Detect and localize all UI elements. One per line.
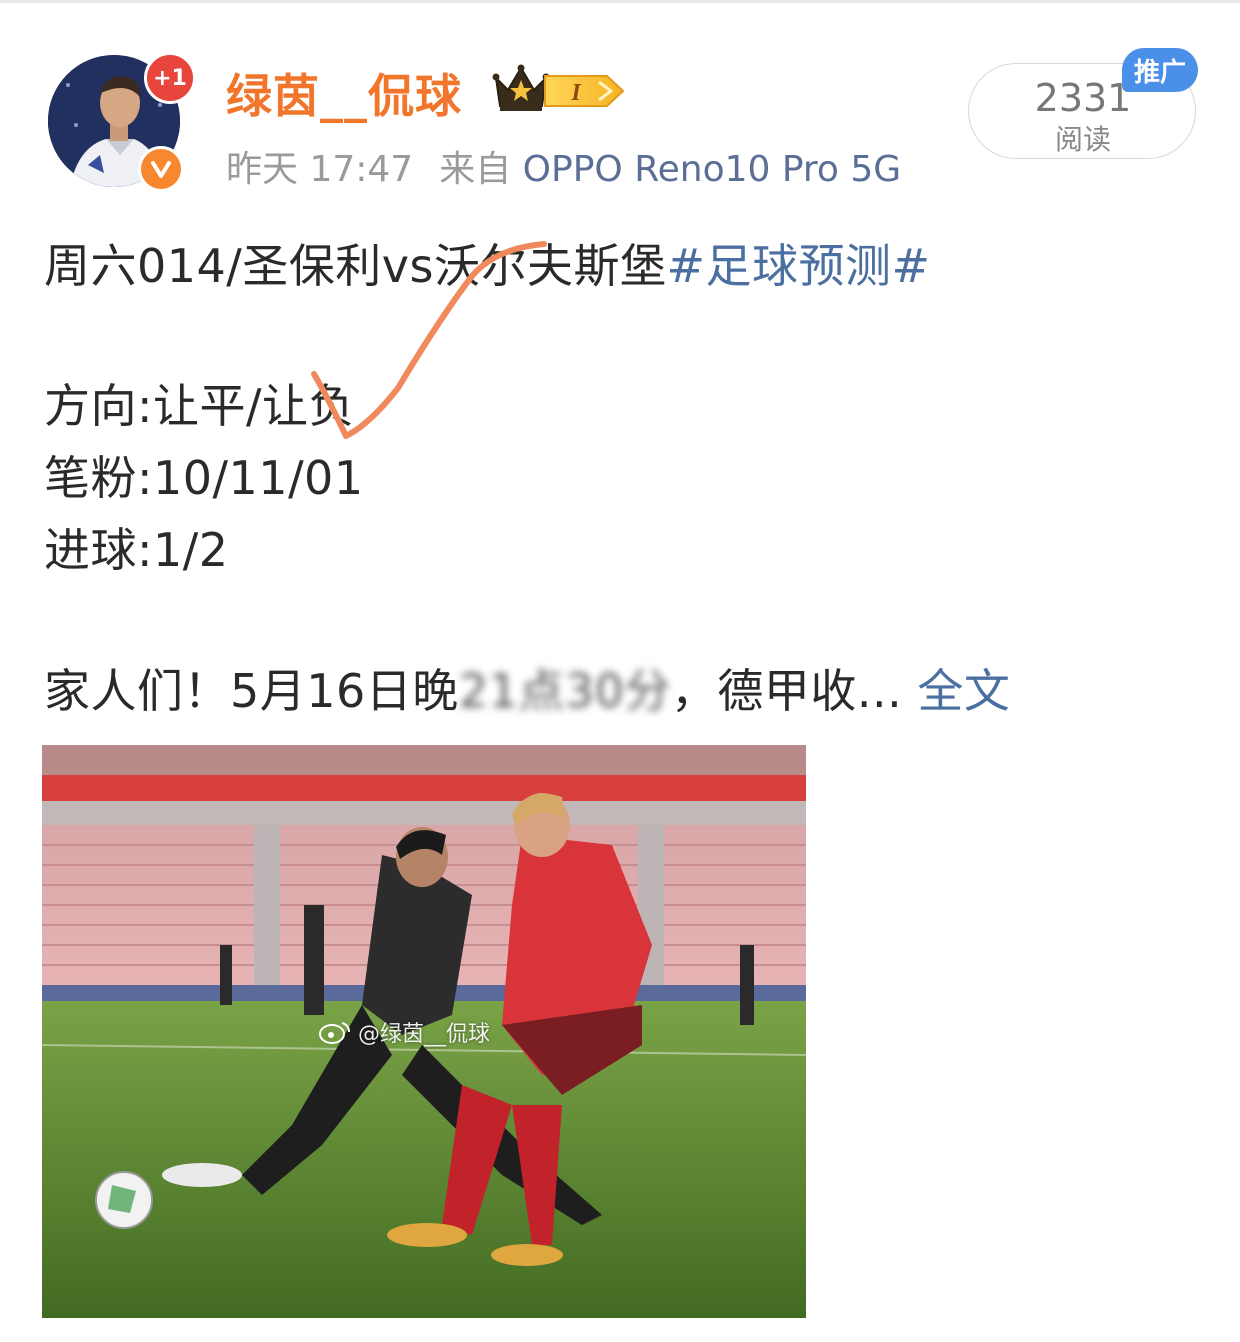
notification-badge: +1	[144, 52, 196, 104]
teaser-blurred: 21点30分	[458, 664, 671, 718]
promo-badge: 推广	[1122, 48, 1198, 92]
top-divider	[0, 0, 1240, 3]
source-prefix: 来自	[439, 149, 512, 190]
post-time: 昨天 17:47	[226, 149, 414, 190]
post-title-line: 周六014/圣保利vs沃尔夫斯堡#足球预测#	[44, 230, 931, 296]
full-text-link[interactable]: 全文	[917, 664, 1010, 718]
verified-icon	[138, 146, 184, 192]
level-text: I	[570, 80, 582, 106]
goals-line: 进球:1/2	[44, 523, 229, 577]
weibo-logo-icon	[319, 1022, 350, 1044]
topic-tag[interactable]: #足球预测#	[667, 239, 931, 293]
watermark-text: @绿茵__侃球	[358, 1022, 491, 1047]
image-watermark: @绿茵__侃球	[318, 1016, 490, 1048]
username[interactable]: 绿茵__侃球	[226, 60, 462, 126]
read-label: 阅读	[1054, 123, 1111, 156]
teaser-start: 家人们！5月16日晚	[44, 664, 459, 718]
teaser-end: ，德甲收...	[670, 664, 903, 718]
picks-line: 笔粉:10/11/01	[44, 451, 364, 505]
crown-icon	[492, 64, 550, 118]
post-meta: 昨天 17:47 来自 OPPO Reno10 Pro 5G	[226, 140, 901, 192]
teaser-line: 家人们！5月16日晚21点30分，德甲收... 全文	[44, 655, 1010, 721]
direction-line: 方向:让平/让负	[44, 379, 355, 433]
source-device[interactable]: OPPO Reno10 Pro 5G	[523, 149, 902, 190]
post-title: 周六014/圣保利vs沃尔夫斯堡	[44, 239, 667, 293]
level-badge: I	[543, 72, 625, 110]
